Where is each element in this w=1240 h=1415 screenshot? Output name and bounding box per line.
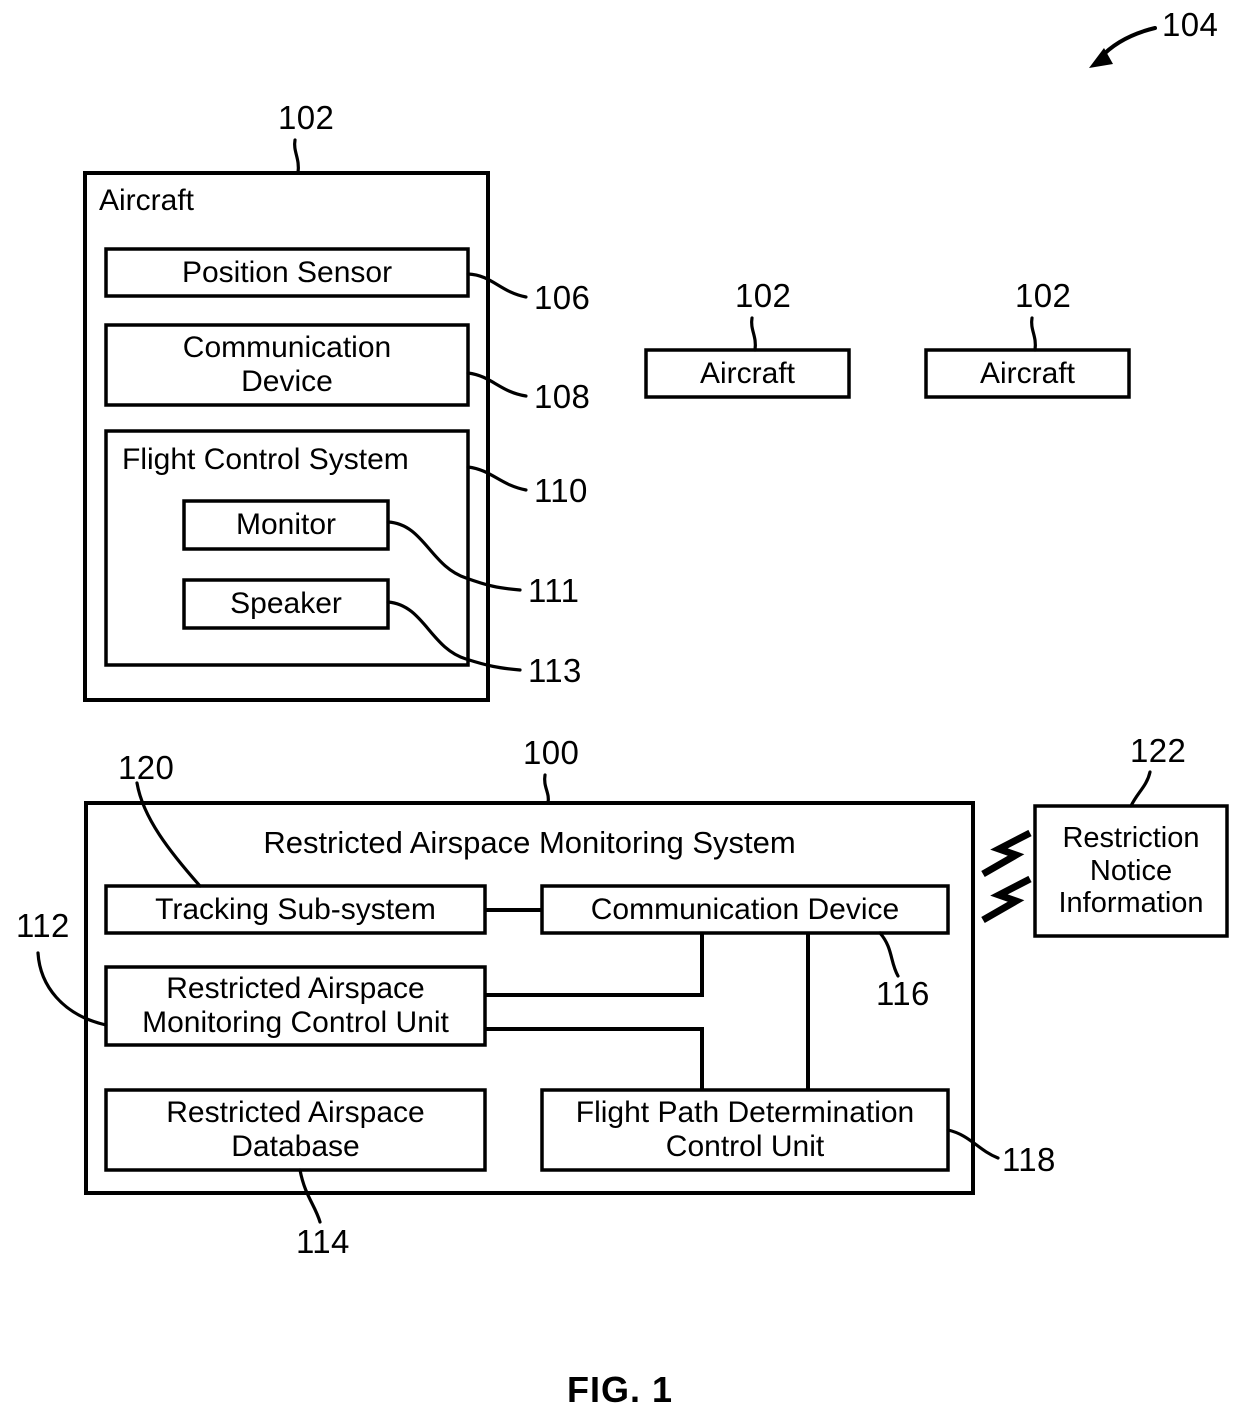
leader-100: [543, 773, 550, 805]
ref-118: 118: [1002, 1141, 1056, 1178]
leader-102-primary: [293, 138, 300, 175]
leader-102-fleet-1: [750, 316, 757, 352]
ref-113: 113: [528, 652, 582, 689]
ref-102-fleet-2: 102: [1015, 277, 1072, 314]
aircraft-fleet-label-2: Aircraft: [979, 356, 1075, 390]
restricted-airspace-database-label: Restricted Airspace Database: [166, 1096, 425, 1163]
ref-104: 104: [1162, 6, 1219, 43]
leader-122: [1129, 770, 1152, 808]
ref-106: 106: [534, 279, 591, 316]
aircraft-primary-title: Aircraft: [99, 184, 195, 217]
flight-control-system-title: Flight Control System: [122, 443, 409, 476]
ref-102-primary: 102: [278, 99, 335, 136]
leader-102-fleet-2: [1030, 316, 1037, 352]
monitoring-control-unit-label: Restricted Airspace Monitoring Control U…: [142, 972, 449, 1039]
ref-111: 111: [528, 572, 580, 609]
patent-figure: 104 102 Aircraft Position Sensor 106 Com…: [0, 0, 1240, 1415]
ref-110: 110: [534, 472, 588, 509]
ref-102-fleet-1: 102: [735, 277, 792, 314]
figure-caption: FIG. 1: [566, 1369, 674, 1410]
fleet-group-arrow: [1089, 26, 1157, 68]
flight-path-control-unit-label: Flight Path Determination Control Unit: [575, 1096, 915, 1163]
tracking-subsystem-label: Tracking Sub-system: [155, 892, 436, 926]
aircraft-fleet-label-1: Aircraft: [699, 356, 795, 390]
ref-116: 116: [876, 975, 930, 1012]
aircraft-communication-device-label: Communication Device: [182, 331, 392, 398]
monitoring-system-title: Restricted Airspace Monitoring System: [263, 825, 796, 860]
lightning-bolt-icon: [981, 829, 1032, 924]
ref-122: 122: [1130, 732, 1187, 769]
system-communication-device-label: Communication Device: [590, 892, 900, 926]
position-sensor-label: Position Sensor: [181, 255, 393, 289]
monitor-label: Monitor: [235, 508, 337, 542]
ref-114: 114: [296, 1223, 350, 1260]
restriction-notice-label: Restriction Notice Information: [1058, 822, 1204, 920]
ref-100: 100: [523, 734, 580, 771]
ref-112: 112: [16, 907, 70, 944]
ref-120: 120: [118, 749, 175, 786]
speaker-label: Speaker: [230, 587, 342, 621]
ref-108: 108: [534, 378, 591, 415]
